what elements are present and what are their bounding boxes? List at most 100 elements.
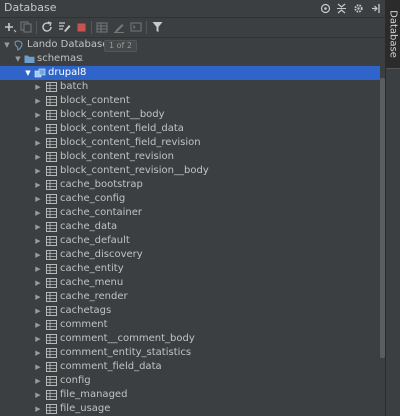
- table-icon: [46, 404, 57, 414]
- table-label: cache_render: [60, 291, 128, 302]
- expand-arrow-icon[interactable]: ▶: [33, 262, 43, 276]
- expand-arrow-icon[interactable]: ▶: [33, 178, 43, 192]
- collapse-icon[interactable]: [334, 1, 348, 15]
- table-icon: [46, 278, 57, 288]
- window-title: Database: [4, 1, 57, 14]
- table-icon[interactable]: [94, 19, 110, 35]
- expand-arrow-icon[interactable]: ▶: [33, 332, 43, 346]
- table-icon: [46, 348, 57, 358]
- duplicate-icon[interactable]: [18, 19, 34, 35]
- expand-arrow-icon[interactable]: ▶: [33, 150, 43, 164]
- table-row[interactable]: ▶ cache_default: [0, 234, 380, 248]
- table-icon: [46, 152, 57, 162]
- table-label: comment: [60, 319, 108, 330]
- table-row[interactable]: ▶ block_content_field_revision: [0, 136, 380, 150]
- table-row[interactable]: ▶ config: [0, 374, 380, 388]
- expand-arrow-icon[interactable]: ▶: [33, 136, 43, 150]
- expand-arrow-icon[interactable]: ▶: [33, 360, 43, 374]
- target-icon[interactable]: [318, 1, 332, 15]
- table-icon: [46, 138, 57, 148]
- table-row[interactable]: ▶ cache_discovery: [0, 248, 380, 262]
- table-row[interactable]: ▶ cache_menu: [0, 276, 380, 290]
- schemas-count: 1: [79, 54, 85, 63]
- table-icon: [46, 194, 57, 204]
- table-label: block_content: [60, 95, 130, 106]
- expand-arrow-icon[interactable]: ▶: [33, 206, 43, 220]
- table-row[interactable]: ▶ cache_bootstrap: [0, 178, 380, 192]
- table-row[interactable]: ▶ file_usage: [0, 402, 380, 416]
- database-tool-window: Database ▼ Lando Database 1 of 2 ▼ schem…: [0, 0, 400, 416]
- console-icon[interactable]: [128, 19, 144, 35]
- database-side-tab[interactable]: Database: [386, 0, 400, 69]
- expand-arrow-icon[interactable]: ▶: [33, 192, 43, 206]
- title-bar: Database: [0, 0, 385, 18]
- expand-arrow-icon[interactable]: ▶: [33, 304, 43, 318]
- table-icon: [46, 334, 57, 344]
- expand-arrow-icon[interactable]: ▶: [33, 276, 43, 290]
- table-row[interactable]: ▶ batch: [0, 80, 380, 94]
- table-label: comment__comment_body: [60, 333, 195, 344]
- table-icon: [46, 110, 57, 120]
- expand-arrow-icon[interactable]: ▶: [33, 234, 43, 248]
- tree-schemas-row[interactable]: ▼ schemas 1: [0, 52, 380, 66]
- expand-arrow-icon[interactable]: ▶: [33, 80, 43, 94]
- expand-arrow-icon[interactable]: ▶: [33, 402, 43, 416]
- sql-properties-icon[interactable]: [56, 19, 72, 35]
- table-label: batch: [60, 81, 89, 92]
- gear-icon[interactable]: [351, 1, 365, 15]
- table-icon: [46, 292, 57, 302]
- table-row[interactable]: ▶ comment__comment_body: [0, 332, 380, 346]
- tree-datasource-row[interactable]: ▼ Lando Database 1 of 2: [0, 38, 380, 52]
- table-row[interactable]: ▶ block_content_revision: [0, 150, 380, 164]
- table-row[interactable]: ▶ cache_render: [0, 290, 380, 304]
- table-row[interactable]: ▶ cache_data: [0, 220, 380, 234]
- expand-arrow-icon[interactable]: ▶: [33, 388, 43, 402]
- table-row[interactable]: ▶ comment_field_data: [0, 360, 380, 374]
- table-icon: [46, 236, 57, 246]
- table-row[interactable]: ▶ comment_entity_statistics: [0, 346, 380, 360]
- table-label: block_content_revision: [60, 151, 175, 162]
- expand-arrow-icon[interactable]: ▶: [33, 122, 43, 136]
- table-label: cache_default: [60, 235, 130, 246]
- expand-arrow-icon[interactable]: ▼: [23, 66, 33, 80]
- side-tab-label: Database: [387, 10, 399, 58]
- table-label: block_content__body: [60, 109, 165, 120]
- expand-arrow-icon[interactable]: ▶: [33, 318, 43, 332]
- table-icon: [46, 208, 57, 218]
- add-icon[interactable]: [2, 19, 18, 35]
- table-row[interactable]: ▶ block_content_revision__body: [0, 164, 380, 178]
- edit-icon[interactable]: [111, 19, 127, 35]
- expand-arrow-icon[interactable]: ▶: [33, 346, 43, 360]
- expand-arrow-icon[interactable]: ▼: [2, 38, 12, 52]
- expand-arrow-icon[interactable]: ▶: [33, 220, 43, 234]
- expand-arrow-icon[interactable]: ▼: [13, 52, 23, 66]
- table-row[interactable]: ▶ cache_config: [0, 192, 380, 206]
- datasource-badge: 1 of 2: [104, 40, 137, 52]
- expand-arrow-icon[interactable]: ▶: [33, 248, 43, 262]
- refresh-icon[interactable]: [39, 19, 55, 35]
- tree-schema-row[interactable]: ▼ drupal8: [0, 66, 380, 80]
- table-row[interactable]: ▶ block_content: [0, 94, 380, 108]
- table-row[interactable]: ▶ comment: [0, 318, 380, 332]
- table-icon: [46, 124, 57, 134]
- table-row[interactable]: ▶ cache_entity: [0, 262, 380, 276]
- table-row[interactable]: ▶ file_managed: [0, 388, 380, 402]
- table-row[interactable]: ▶ cachetags: [0, 304, 380, 318]
- expand-arrow-icon[interactable]: ▶: [33, 374, 43, 388]
- hide-icon[interactable]: [368, 1, 382, 15]
- table-row[interactable]: ▶ block_content_field_data: [0, 122, 380, 136]
- expand-arrow-icon[interactable]: ▶: [33, 164, 43, 178]
- table-row[interactable]: ▶ cache_container: [0, 206, 380, 220]
- filter-icon[interactable]: [149, 19, 165, 35]
- expand-arrow-icon[interactable]: ▶: [33, 290, 43, 304]
- table-icon: [46, 306, 57, 316]
- table-icon: [46, 96, 57, 106]
- table-label: cachetags: [60, 305, 112, 316]
- expand-arrow-icon[interactable]: ▶: [33, 94, 43, 108]
- expand-arrow-icon[interactable]: ▶: [33, 108, 43, 122]
- toolbar: [0, 18, 385, 38]
- table-row[interactable]: ▶ block_content__body: [0, 108, 380, 122]
- table-label: config: [60, 375, 91, 386]
- stop-icon[interactable]: [73, 19, 89, 35]
- folder-icon: [24, 54, 35, 64]
